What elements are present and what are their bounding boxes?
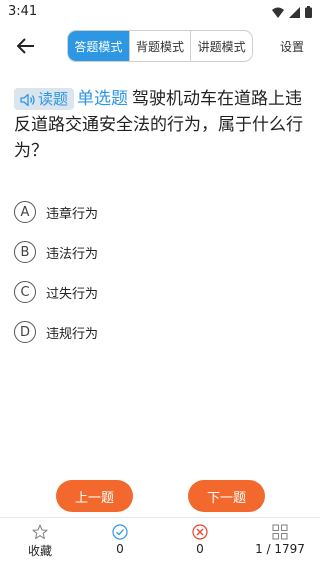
status-icons xyxy=(272,6,312,18)
favorite-label: 收藏 xyxy=(27,544,52,558)
option-letter: C xyxy=(14,281,36,303)
wrong-count: 0 xyxy=(196,542,204,556)
prev-question-button[interactable]: 上一题 xyxy=(56,480,133,512)
next-question-button[interactable]: 下一题 xyxy=(188,480,265,512)
bottom-bar: 收藏 0 0 1 / 1797 xyxy=(0,517,320,568)
grid-icon xyxy=(272,524,288,540)
read-aloud-button[interactable]: 读题 xyxy=(14,88,75,110)
tab-explain-mode[interactable]: 讲题模式 xyxy=(190,31,252,61)
back-button[interactable] xyxy=(12,32,40,60)
tab-answer-mode[interactable]: 答题模式 xyxy=(68,31,129,61)
option-text: 过失行为 xyxy=(46,286,99,302)
favorite-button[interactable]: 收藏 xyxy=(0,518,80,569)
top-bar: 答题模式 背题模式 讲题模式 设置 xyxy=(0,28,320,64)
speaker-icon xyxy=(20,93,35,107)
wrong-circle-icon xyxy=(192,524,208,540)
question-grid-button[interactable]: 1 / 1797 xyxy=(240,518,320,569)
option-c[interactable]: C 过失行为 xyxy=(14,272,306,312)
option-letter: A xyxy=(14,201,36,223)
option-letter: D xyxy=(14,321,36,343)
option-letter: B xyxy=(14,241,36,263)
read-aloud-label: 读题 xyxy=(38,90,69,108)
status-time: 3:41 xyxy=(8,4,38,19)
tab-memorize-mode[interactable]: 背题模式 xyxy=(128,31,191,61)
settings-button[interactable]: 设置 xyxy=(280,38,304,55)
progress-label: 1 / 1797 xyxy=(255,542,305,556)
option-a[interactable]: A 违章行为 xyxy=(14,192,306,232)
correct-count-button[interactable]: 0 xyxy=(80,518,160,569)
signal-icon xyxy=(289,6,300,18)
option-d[interactable]: D 违规行为 xyxy=(14,312,306,352)
question-type: 单选题 xyxy=(77,89,129,109)
question: 读题 单选题 驾驶机动车在道路上违反道路交通安全法的行为，属于什么行为？ xyxy=(14,86,308,164)
options-list: A 违章行为 B 违法行为 C 过失行为 D 违规行为 xyxy=(14,192,306,352)
option-text: 违章行为 xyxy=(46,206,99,222)
star-icon xyxy=(32,524,48,540)
option-b[interactable]: B 违法行为 xyxy=(14,232,306,272)
status-bar: 3:41 xyxy=(0,0,320,24)
correct-count: 0 xyxy=(116,542,124,556)
wrong-count-button[interactable]: 0 xyxy=(160,518,240,569)
mode-switch: 答题模式 背题模式 讲题模式 xyxy=(67,30,253,62)
wifi-icon xyxy=(272,7,284,18)
check-circle-icon xyxy=(112,524,128,540)
battery-icon xyxy=(305,6,312,18)
arrow-left-icon xyxy=(17,38,34,54)
option-text: 违法行为 xyxy=(46,246,99,262)
option-text: 违规行为 xyxy=(46,326,99,342)
